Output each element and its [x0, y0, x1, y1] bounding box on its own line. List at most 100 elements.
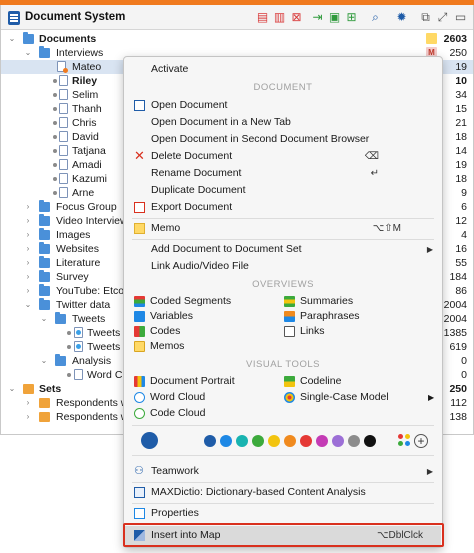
color-swatch[interactable]	[204, 435, 216, 447]
separator	[132, 503, 434, 504]
memo-icon[interactable]	[426, 33, 437, 44]
maximize-icon[interactable]: ⤢	[435, 10, 450, 25]
tree-row-count: 138	[449, 411, 467, 423]
tree-row-count: 12	[455, 215, 467, 227]
menu-codes[interactable]: Codes	[134, 324, 284, 339]
menu-paraphrases[interactable]: Paraphrases	[284, 309, 434, 324]
export-icon	[134, 202, 145, 213]
menu-variables[interactable]: Variables	[134, 309, 284, 324]
add-set-icon[interactable]: ⊞	[344, 10, 359, 25]
menu-item-label: Memo	[151, 222, 181, 234]
open-document-icon	[134, 100, 145, 111]
menu-single-case-model[interactable]: Single-Case Model ▶	[284, 390, 434, 405]
links-icon	[284, 326, 295, 337]
menu-summaries[interactable]: Summaries	[284, 294, 434, 309]
add-folder-icon[interactable]: ▣	[327, 10, 342, 25]
collapsed-arrow-icon[interactable]: ›	[23, 284, 33, 298]
menu-activate[interactable]: Activate	[125, 61, 441, 78]
color-swatch[interactable]	[364, 435, 376, 447]
search-icon[interactable]: ⌕	[368, 10, 383, 25]
tree-row-count: 14	[455, 145, 467, 157]
properties-icon	[134, 508, 145, 519]
collapsed-arrow-icon[interactable]: ›	[23, 242, 33, 256]
folder-icon	[39, 214, 50, 226]
undock-icon[interactable]: ⧉	[418, 10, 433, 25]
menu-item-label: Variables	[150, 310, 193, 322]
delete-icon[interactable]: ⊠	[289, 10, 304, 25]
menu-maxdictio[interactable]: MAXDictio: Dictionary-based Content Anal…	[125, 484, 441, 501]
color-swatch[interactable]	[268, 435, 280, 447]
menu-add-to-set[interactable]: Add Document to Document Set ▶	[125, 241, 441, 258]
menu-item-label: Delete Document	[151, 150, 233, 162]
menu-coded-segments[interactable]: Coded Segments	[134, 294, 284, 309]
collapsed-arrow-icon[interactable]: ›	[23, 256, 33, 270]
collapsed-arrow-icon[interactable]: ›	[23, 270, 33, 284]
menu-properties[interactable]: Properties	[125, 505, 441, 522]
menu-codeline[interactable]: Codeline	[284, 374, 434, 389]
color-palette-icon[interactable]	[398, 434, 411, 447]
color-swatch[interactable]	[316, 435, 328, 447]
color-swatch[interactable]	[284, 435, 296, 447]
menu-code-cloud[interactable]: Code Cloud	[134, 406, 284, 421]
color-swatch[interactable]	[300, 435, 312, 447]
collapsed-arrow-icon[interactable]: ›	[23, 396, 33, 410]
tree-row-count: 18	[455, 173, 467, 185]
menu-item-label: Teamwork	[151, 465, 199, 477]
color-swatch-current[interactable]	[141, 432, 158, 449]
menu-memos[interactable]: Memos	[134, 339, 284, 354]
menu-export-document[interactable]: Export Document	[125, 199, 441, 216]
shortcut-label: ⌥⇧M	[372, 223, 401, 234]
menu-duplicate-document[interactable]: Duplicate Document	[125, 182, 441, 199]
collapsed-arrow-icon[interactable]: ›	[23, 228, 33, 242]
menu-memo[interactable]: Memo ⌥⇧M	[125, 220, 441, 237]
expand-arrow-icon[interactable]: ⌄	[23, 298, 33, 312]
color-swatch[interactable]	[252, 435, 264, 447]
bullet-icon	[53, 163, 57, 167]
menu-teamwork[interactable]: ⚇ Teamwork ▶	[125, 463, 441, 480]
expand-arrow-icon[interactable]: ⌄	[23, 46, 33, 60]
add-color-icon[interactable]: +	[414, 434, 428, 448]
color-swatch[interactable]	[332, 435, 344, 447]
menu-links[interactable]: Links	[284, 324, 434, 339]
collapsed-arrow-icon[interactable]: ›	[23, 410, 33, 424]
color-swatch[interactable]	[220, 435, 232, 447]
new-document-icon[interactable]: ▤	[255, 10, 270, 25]
folder-icon	[39, 228, 50, 240]
shortcut-label: ⌫	[364, 151, 379, 162]
expand-arrow-icon[interactable]: ⌄	[7, 32, 17, 46]
collapsed-arrow-icon[interactable]: ›	[23, 214, 33, 228]
close-panel-icon[interactable]: ▭	[453, 10, 468, 25]
tree-row-documents[interactable]: ⌄ Documents 2603	[1, 32, 473, 46]
memo-icon	[134, 223, 145, 234]
settings-icon[interactable]: ✹	[394, 10, 409, 25]
expand-arrow-icon[interactable]: ⌄	[39, 354, 49, 368]
submenu-arrow-icon: ▶	[426, 245, 433, 254]
menu-item-label: Properties	[151, 507, 199, 519]
coded-segments-icon	[134, 296, 145, 307]
menu-item-label: MAXDictio: Dictionary-based Content Anal…	[151, 486, 366, 498]
import-icon[interactable]: ▥	[272, 10, 287, 25]
menu-open-second-browser[interactable]: Open Document in Second Document Browser	[125, 131, 441, 148]
color-swatch[interactable]	[348, 435, 360, 447]
expand-arrow-icon[interactable]: ⌄	[39, 312, 49, 326]
tree-row-count: 86	[455, 285, 467, 297]
color-swatch[interactable]	[236, 435, 248, 447]
tree-row-label: Twitter data	[56, 299, 111, 311]
menu-open-document[interactable]: Open Document	[125, 97, 441, 114]
menu-delete-document[interactable]: ✕ Delete Document ⌫	[125, 148, 441, 165]
menu-item-label: Paraphrases	[300, 310, 360, 322]
folder-icon	[39, 270, 50, 282]
menu-word-cloud[interactable]: Word Cloud	[134, 390, 284, 405]
tree-row-label: Video Interview	[56, 215, 128, 227]
menu-open-new-tab[interactable]: Open Document in a New Tab	[125, 114, 441, 131]
collapsed-arrow-icon[interactable]: ›	[23, 200, 33, 214]
menu-rename-document[interactable]: Rename Document ↵	[125, 165, 441, 182]
menu-link-audio-video[interactable]: Link Audio/Video File	[125, 258, 441, 275]
document-icon	[59, 117, 68, 128]
menu-document-portrait[interactable]: Document Portrait	[134, 374, 284, 389]
expand-arrow-icon[interactable]: ⌄	[7, 382, 17, 396]
separator	[132, 425, 434, 426]
export-icon[interactable]: ⇥	[310, 10, 325, 25]
tree-row-label: Arne	[72, 187, 95, 199]
document-icon	[59, 159, 68, 170]
